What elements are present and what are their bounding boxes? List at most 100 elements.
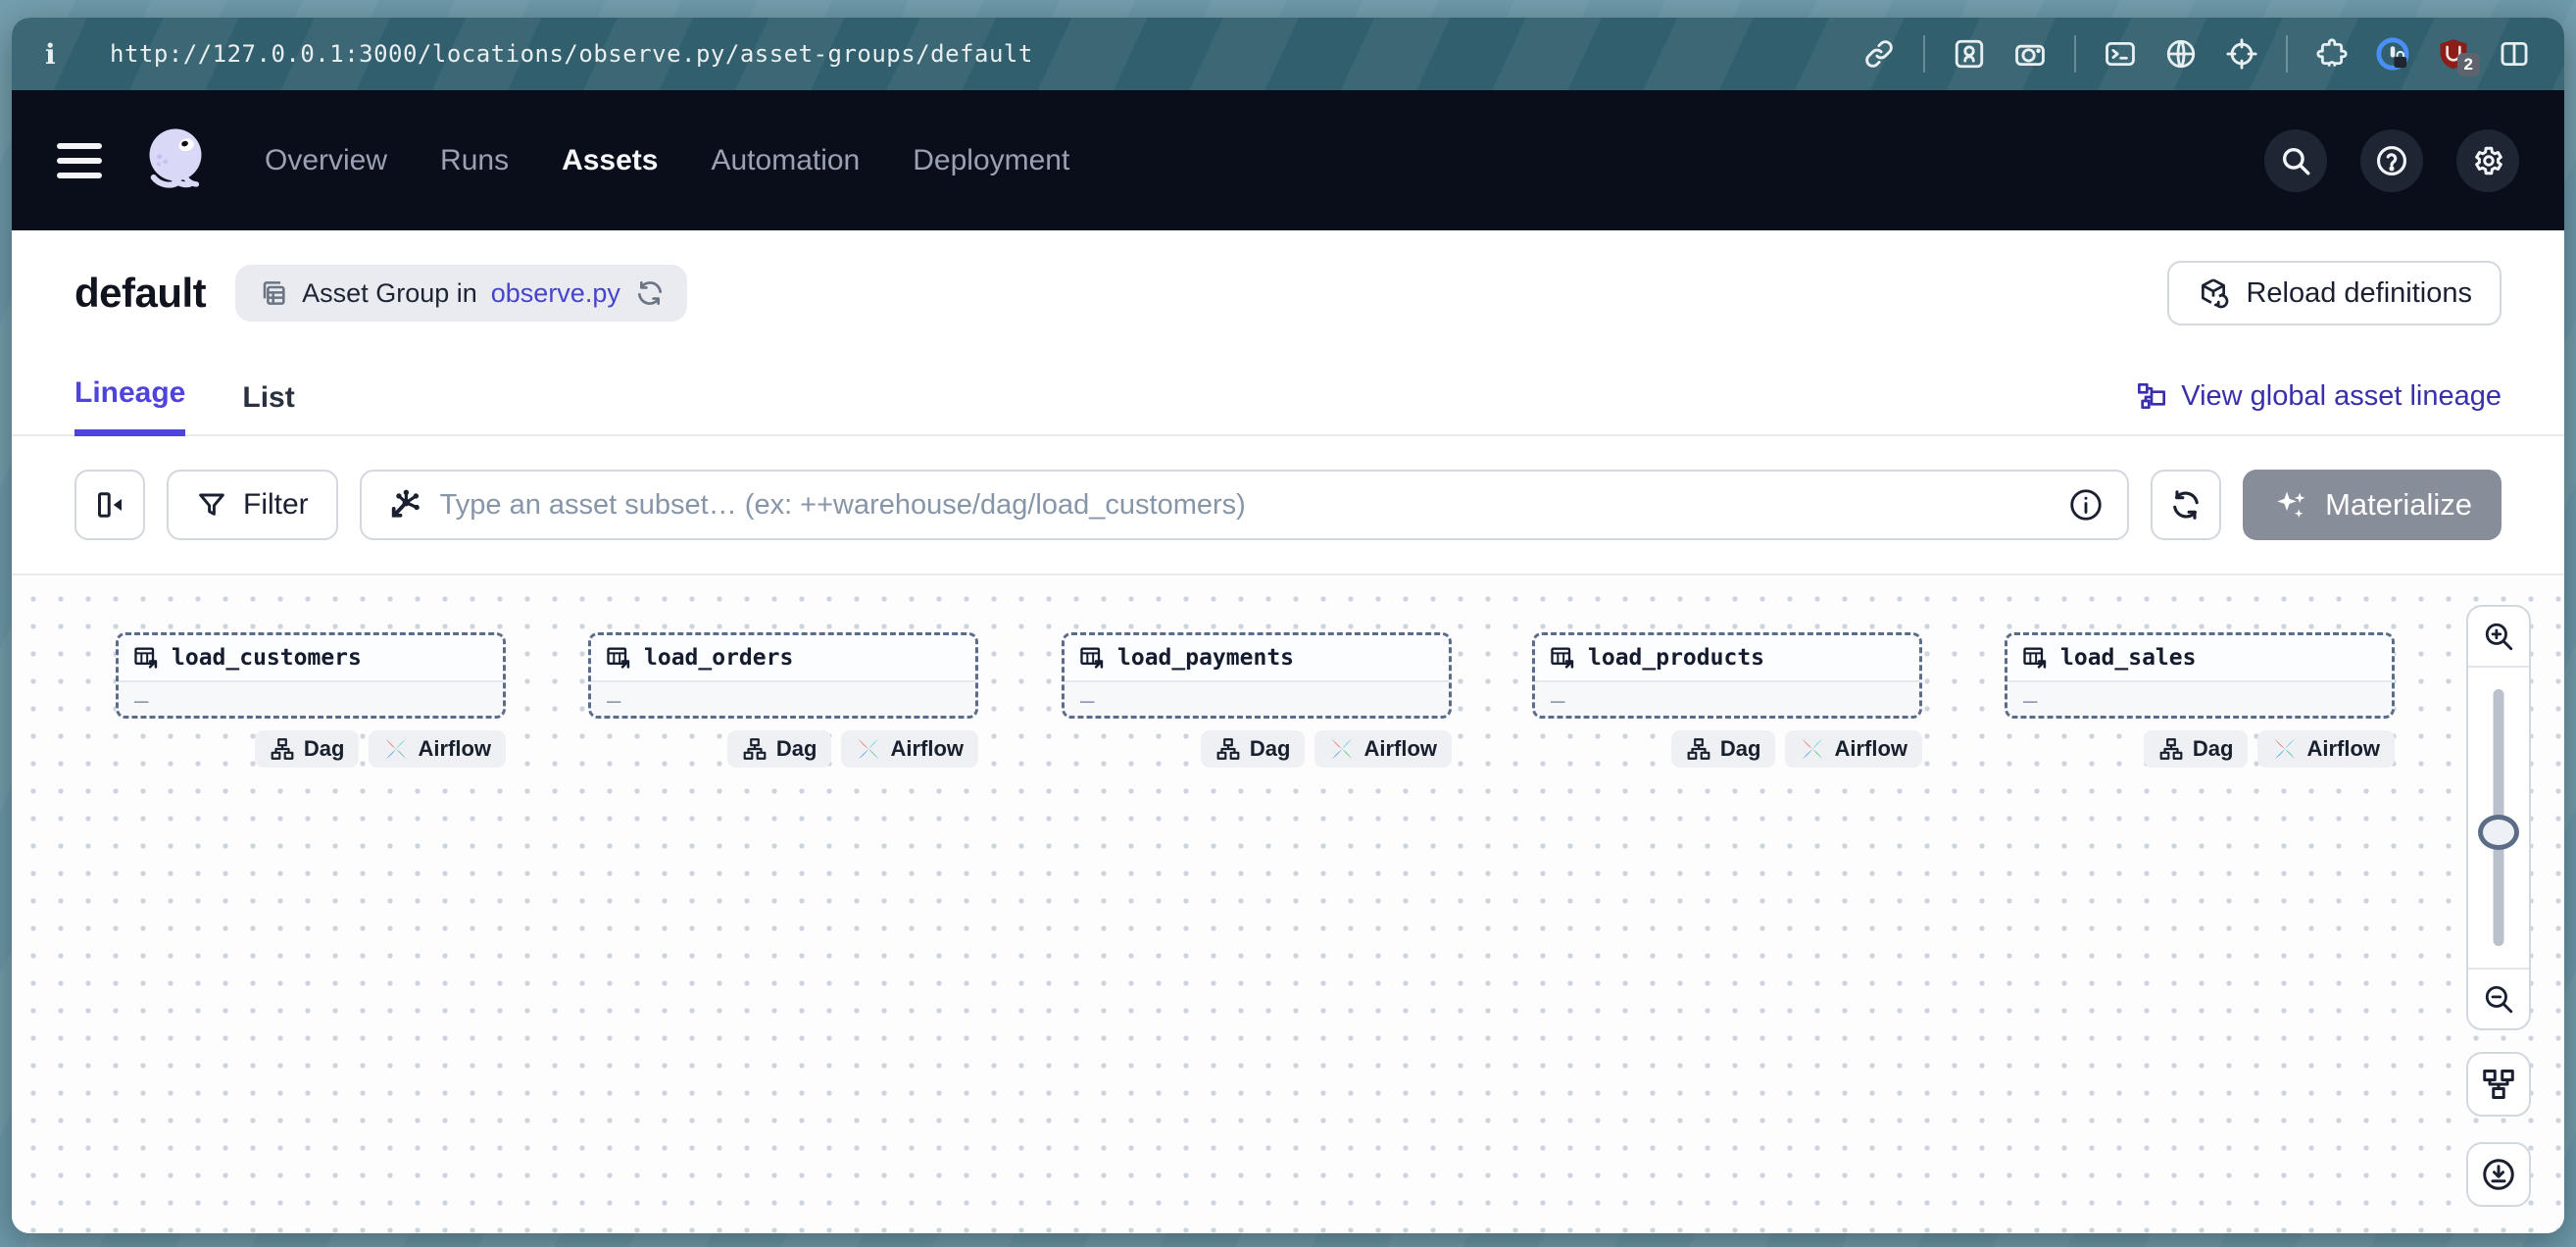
image-icon[interactable]	[1953, 37, 1986, 71]
airflow-badge[interactable]: Airflow	[1785, 730, 1922, 768]
panel-expand-icon	[92, 487, 127, 523]
tab-lineage[interactable]: Lineage	[74, 376, 185, 436]
asset-name: load_customers	[172, 645, 362, 671]
filter-label: Filter	[243, 488, 309, 522]
zoom-in-button[interactable]	[2468, 607, 2529, 668]
ublock-extension[interactable]: 2	[2437, 37, 2470, 71]
zoom-out-button[interactable]	[2468, 968, 2529, 1028]
browser-url-bar: i http://127.0.0.1:3000/locations/observ…	[12, 18, 2564, 90]
dag-badge-label: Dag	[2193, 736, 2234, 762]
dag-badge[interactable]: Dag	[255, 730, 360, 768]
materialize-button[interactable]: Materialize	[2243, 470, 2502, 540]
page-header: default Asset Group in observe.py Reload…	[12, 230, 2564, 326]
dag-icon	[270, 736, 295, 762]
tab-list[interactable]: List	[242, 381, 294, 434]
camera-icon[interactable]	[2013, 37, 2047, 71]
nav-item-overview[interactable]: Overview	[265, 144, 387, 177]
filter-button[interactable]: Filter	[167, 470, 338, 540]
crosshair-icon[interactable]	[2225, 37, 2258, 71]
url-text[interactable]: http://127.0.0.1:3000/locations/observe.…	[110, 40, 1033, 68]
dagster-logo[interactable]	[135, 121, 216, 201]
reload-definitions-icon	[2197, 276, 2230, 310]
dag-badge[interactable]: Dag	[1671, 730, 1776, 768]
lineage-canvas[interactable]: load_customers – Dag Airflow load_orders…	[12, 575, 2564, 1233]
asset-status: –	[119, 682, 503, 719]
asset-group-badge: Asset Group in observe.py	[235, 265, 687, 322]
reload-definitions-label: Reload definitions	[2246, 277, 2472, 310]
download-view-button[interactable]	[2466, 1142, 2531, 1207]
observable-asset-icon	[2021, 644, 2049, 672]
download-icon	[2481, 1157, 2516, 1192]
page-info-icon[interactable]: i	[45, 38, 84, 71]
asset-name: load_products	[1588, 645, 1764, 671]
split-view-icon[interactable]	[2498, 37, 2531, 71]
asset-subset-input-wrap	[360, 470, 2129, 540]
globe-icon[interactable]	[2164, 37, 2198, 71]
airflow-badge[interactable]: Airflow	[1314, 730, 1452, 768]
asset-badges-load-products: Dag Airflow	[1532, 730, 1922, 768]
hamburger-menu-icon[interactable]	[57, 143, 102, 178]
observable-asset-icon	[1078, 644, 1106, 672]
view-global-asset-lineage-label: View global asset lineage	[2181, 380, 2502, 413]
asset-node-load-sales[interactable]: load_sales –	[2005, 632, 2395, 719]
lineage-toolbar: Filter Materialize	[12, 436, 2564, 575]
chrome-divider	[1923, 35, 1925, 73]
extensions-puzzle-icon[interactable]	[2315, 37, 2349, 71]
asset-status: –	[1065, 682, 1449, 719]
airflow-badge[interactable]: Airflow	[2257, 730, 2395, 768]
zoom-slider[interactable]	[2468, 668, 2529, 968]
asset-badges-load-payments: Dag Airflow	[1062, 730, 1452, 768]
airflow-badge[interactable]: Airflow	[841, 730, 978, 768]
zoom-slider-thumb[interactable]	[2478, 815, 2519, 850]
filter-funnel-icon	[196, 489, 227, 521]
relayout-button[interactable]	[2466, 1052, 2531, 1117]
asset-subset-input[interactable]	[440, 489, 2051, 522]
dag-badge[interactable]: Dag	[1201, 730, 1306, 768]
airflow-icon	[2272, 736, 2298, 762]
code-location-link[interactable]: observe.py	[491, 278, 620, 309]
airflow-icon	[1800, 736, 1825, 762]
zoom-out-icon	[2482, 982, 2515, 1016]
settings-button[interactable]	[2456, 129, 2519, 192]
zoom-in-icon	[2482, 620, 2515, 653]
chrome-divider	[2286, 35, 2288, 73]
asset-node-load-payments[interactable]: load_payments –	[1062, 632, 1452, 719]
dag-icon	[1686, 736, 1711, 762]
airflow-icon	[856, 736, 881, 762]
nav-item-automation[interactable]: Automation	[711, 144, 860, 177]
nav-item-deployment[interactable]: Deployment	[913, 144, 1069, 177]
refresh-icon[interactable]	[634, 277, 666, 309]
view-global-asset-lineage-link[interactable]: View global asset lineage	[2136, 380, 2502, 434]
page-title: default	[74, 270, 206, 317]
link-icon[interactable]	[1862, 37, 1896, 71]
browser-window: i http://127.0.0.1:3000/locations/observ…	[12, 18, 2564, 1233]
airflow-badge-label: Airflow	[418, 736, 491, 762]
asset-group-icon	[257, 277, 288, 309]
ublock-badge: 2	[2457, 53, 2480, 76]
open-panel-button[interactable]	[74, 470, 145, 540]
nav-item-runs[interactable]: Runs	[440, 144, 509, 177]
help-button[interactable]	[2360, 129, 2423, 192]
reload-definitions-button[interactable]: Reload definitions	[2167, 261, 2502, 325]
nav-links: Overview Runs Assets Automation Deployme…	[265, 144, 1069, 177]
zoom-controls	[2466, 605, 2531, 1030]
asset-badges-load-sales: Dag Airflow	[2005, 730, 2395, 768]
airflow-badge[interactable]: Airflow	[369, 730, 506, 768]
dag-icon	[1215, 736, 1241, 762]
asset-node-load-orders[interactable]: load_orders –	[588, 632, 978, 719]
chrome-divider	[2074, 35, 2076, 73]
airflow-badge-label: Airflow	[1834, 736, 1907, 762]
terminal-icon[interactable]	[2104, 37, 2137, 71]
nav-item-assets[interactable]: Assets	[562, 144, 658, 177]
dag-badge[interactable]: Dag	[2144, 730, 2249, 768]
asset-node-load-products[interactable]: load_products –	[1532, 632, 1922, 719]
airflow-badge-label: Airflow	[890, 736, 964, 762]
onepassword-icon	[2376, 37, 2409, 71]
refresh-graph-button[interactable]	[2151, 470, 2221, 540]
onepassword-extension[interactable]	[2376, 37, 2409, 71]
search-button[interactable]	[2264, 129, 2327, 192]
dag-badge[interactable]: Dag	[727, 730, 832, 768]
asset-node-load-customers[interactable]: load_customers –	[116, 632, 506, 719]
info-icon[interactable]	[2068, 487, 2104, 523]
asset-graph-icon	[385, 486, 422, 524]
